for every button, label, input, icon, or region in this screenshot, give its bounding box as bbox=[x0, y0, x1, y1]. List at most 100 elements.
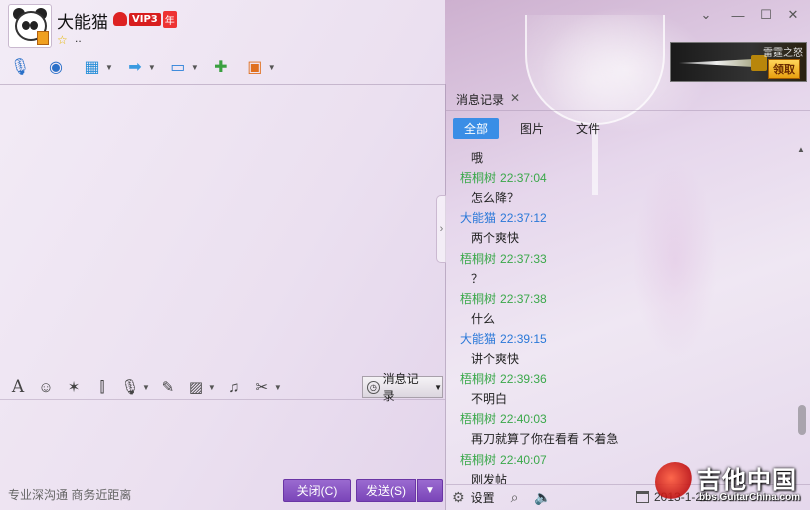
ad-banner[interactable]: 雷霆之怒 领取 bbox=[670, 42, 807, 82]
microphone-icon[interactable]: 🎙 bbox=[8, 55, 32, 79]
main-toolbar: 🎙 ◉ ▦ ▼ ➡ ▼ ▭ ▼ ✚ ▣ ▼ bbox=[8, 54, 286, 80]
calendar-icon bbox=[636, 491, 649, 503]
message-text: 两个爽快 bbox=[471, 231, 520, 246]
sender-name[interactable]: 梧桐树 bbox=[460, 412, 496, 426]
filter-images[interactable]: 图片 bbox=[512, 118, 552, 139]
gif-icon[interactable]: ⫿ bbox=[92, 379, 112, 396]
chevron-down-icon[interactable]: ▼ bbox=[191, 63, 199, 72]
message-header: 大能猫 22:39:15 bbox=[460, 330, 547, 347]
message-text: 哦 bbox=[471, 151, 484, 165]
star-icon[interactable]: ☆ bbox=[57, 33, 68, 47]
sword-blade-image bbox=[679, 59, 754, 67]
message-history-button[interactable]: ◷ 消息记录 ▼ bbox=[362, 372, 443, 403]
message-text: 不明白 bbox=[471, 392, 508, 407]
sender-name[interactable]: 梧桐树 bbox=[460, 292, 496, 306]
chevron-right-icon: › bbox=[439, 223, 444, 235]
message-header: 梧桐树 22:40:03 bbox=[460, 410, 547, 427]
magic-wand-icon[interactable]: ✶ bbox=[64, 378, 84, 396]
message-header: 梧桐树 22:39:36 bbox=[460, 370, 547, 387]
file-transfer-icon[interactable]: ➡ bbox=[123, 55, 147, 79]
message-time: 22:37:38 bbox=[500, 291, 547, 306]
message-text: 讲个爽快 bbox=[471, 352, 520, 366]
input-toolbar: A ☺ ✶ ⫿ 🎙 ▼ ✎ ▨ ▼ ♫ ✂ ▼ bbox=[8, 376, 290, 398]
message-header: 梧桐树 22:37:04 bbox=[460, 169, 547, 186]
create-group-icon[interactable]: ✚ bbox=[209, 55, 233, 79]
message-time: 22:39:15 bbox=[500, 331, 547, 346]
panda-eye bbox=[22, 21, 30, 30]
search-icon[interactable]: ⌕ bbox=[511, 489, 519, 506]
chevron-down-icon[interactable]: ▼ bbox=[142, 383, 150, 392]
divider bbox=[446, 110, 810, 111]
chevron-down-icon: ▼ bbox=[434, 382, 442, 392]
message-time: 22:37:04 bbox=[500, 171, 547, 186]
scrollbar-thumb[interactable] bbox=[798, 405, 806, 435]
message-time: 22:40:03 bbox=[500, 412, 547, 427]
watermark-title: 吉他中国 bbox=[697, 467, 797, 494]
claim-button[interactable]: 领取 bbox=[768, 59, 800, 79]
sender-name[interactable]: 梧桐树 bbox=[460, 372, 496, 386]
chevron-down-icon[interactable]: ⌄ bbox=[696, 6, 716, 24]
penguin-crown-icon bbox=[113, 12, 127, 26]
gear-icon[interactable]: ⚙ bbox=[452, 489, 465, 506]
close-button[interactable]: 关闭(C) bbox=[283, 479, 351, 502]
sender-name[interactable]: 梧桐树 bbox=[460, 252, 496, 266]
message-time: 22:37:33 bbox=[500, 251, 547, 266]
chevron-down-icon[interactable]: ▼ bbox=[268, 63, 276, 72]
apps-icon[interactable]: ▣ bbox=[243, 55, 267, 79]
avatar[interactable] bbox=[8, 4, 52, 48]
settings-label[interactable]: 设置 bbox=[471, 489, 495, 506]
chat-display-area[interactable] bbox=[0, 85, 436, 375]
screen-share-icon[interactable]: ▭ bbox=[166, 55, 190, 79]
wine-glass-decoration bbox=[525, 15, 665, 125]
history-footer: ⚙ 设置 ⌕ 🔈 bbox=[452, 488, 552, 506]
sender-name[interactable]: 梧桐树 bbox=[460, 171, 496, 185]
message-history-list[interactable]: 哦梧桐树 22:37:04 怎么降？ 大能猫 22:37:12 两个爽快 梧桐树 22:37:… bbox=[446, 144, 794, 484]
close-icon[interactable]: ✕ bbox=[783, 6, 803, 24]
maximize-icon[interactable]: ☐ bbox=[756, 6, 776, 24]
clock-icon: ◷ bbox=[367, 380, 380, 394]
font-icon[interactable]: A bbox=[8, 377, 28, 397]
message-header: 梧桐树 22:37:33 bbox=[460, 250, 547, 267]
ad-title: 雷霆之怒 bbox=[763, 48, 803, 59]
emoji-icon[interactable]: ☺ bbox=[36, 379, 56, 396]
contact-name[interactable]: 大能猫 bbox=[57, 8, 108, 33]
filter-files[interactable]: 文件 bbox=[568, 118, 608, 139]
message-time: 22:37:12 bbox=[500, 211, 547, 226]
watermark: 吉他中国 bbs.GuitarChina.com bbox=[655, 458, 810, 510]
vip-badge[interactable]: VIP3 年 bbox=[113, 10, 177, 28]
panel-collapse-handle[interactable]: › bbox=[436, 195, 446, 263]
voice-message-icon[interactable]: 🎙 bbox=[120, 378, 140, 396]
scissors-icon[interactable]: ✂ bbox=[252, 378, 272, 396]
message-text: ？ bbox=[471, 271, 484, 286]
vip-year: 年 bbox=[162, 10, 177, 28]
chevron-down-icon[interactable]: ▼ bbox=[148, 63, 156, 72]
scroll-up-arrow-icon[interactable]: ▲ bbox=[797, 145, 805, 154]
filter-all[interactable]: 全部 bbox=[453, 118, 499, 139]
sender-name[interactable]: 大能猫 bbox=[460, 211, 496, 225]
sender-name[interactable]: 梧桐树 bbox=[460, 453, 496, 467]
chevron-down-icon[interactable]: ▼ bbox=[105, 63, 113, 72]
send-options-button[interactable]: ▼ bbox=[417, 479, 443, 502]
send-button[interactable]: 发送(S) bbox=[356, 479, 416, 502]
minimize-icon[interactable]: — bbox=[728, 6, 748, 24]
signature: .. bbox=[75, 31, 82, 45]
chevron-down-icon[interactable]: ▼ bbox=[274, 383, 282, 392]
promo-text[interactable]: 专业深沟通 商务近距离 bbox=[8, 486, 131, 503]
sender-name[interactable]: 大能猫 bbox=[460, 332, 496, 346]
speaker-icon[interactable]: 🔈 bbox=[534, 489, 551, 506]
image-icon[interactable]: ▨ bbox=[186, 378, 206, 396]
video-camera-icon[interactable]: ◉ bbox=[44, 55, 68, 79]
music-icon[interactable]: ♫ bbox=[224, 379, 244, 396]
gift-icon bbox=[37, 31, 49, 45]
message-time: 22:39:36 bbox=[500, 372, 547, 387]
message-time: 22:40:07 bbox=[500, 452, 547, 467]
close-icon[interactable]: ✕ bbox=[510, 91, 520, 105]
message-text: 什么 bbox=[471, 311, 496, 326]
remote-desktop-icon[interactable]: ▦ bbox=[80, 55, 104, 79]
message-input[interactable] bbox=[0, 400, 445, 476]
vip-level: VIP3 bbox=[129, 12, 161, 26]
message-header: 梧桐树 22:40:07 bbox=[460, 451, 547, 468]
edit-icon[interactable]: ✎ bbox=[158, 378, 178, 396]
chevron-down-icon[interactable]: ▼ bbox=[208, 383, 216, 392]
tab-message-history[interactable]: 消息记录 bbox=[456, 91, 504, 108]
